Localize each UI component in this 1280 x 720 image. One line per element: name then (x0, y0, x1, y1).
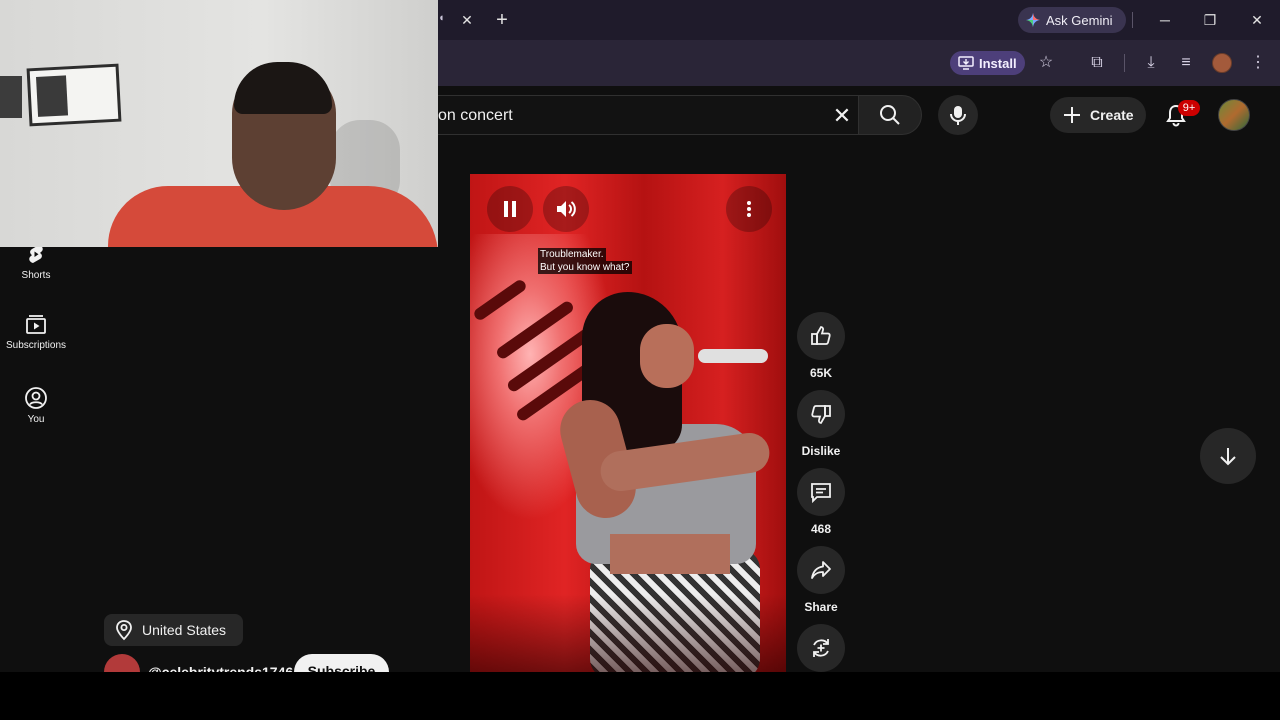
channel-row: @celebritytrends1746 Subscribe (104, 654, 404, 672)
performer-waist (610, 534, 730, 574)
voice-search-button[interactable] (938, 95, 978, 135)
webcam-overlay (0, 0, 438, 247)
comments-button[interactable] (797, 468, 845, 516)
arrow-down-icon (1220, 448, 1236, 466)
caption-line: But you know what? (538, 261, 632, 274)
account-avatar[interactable] (1218, 99, 1250, 131)
subscribe-button[interactable]: Subscribe (294, 654, 389, 672)
volume-icon (557, 201, 576, 217)
sidebar-item-subscriptions[interactable]: Subscriptions (0, 312, 72, 351)
remix-icon (813, 639, 829, 657)
next-video-button[interactable] (1200, 428, 1256, 484)
install-label: Install (979, 55, 1017, 71)
like-button[interactable] (797, 312, 845, 360)
dislike-action[interactable]: Dislike (797, 390, 845, 458)
gemini-icon (1026, 13, 1040, 27)
remix-button[interactable] (797, 624, 845, 672)
performer-face (640, 324, 694, 388)
location-chip[interactable]: United States (104, 614, 243, 646)
restore-button[interactable]: ❐ (1200, 10, 1220, 30)
you-icon (25, 387, 47, 409)
microphone-icon (950, 106, 966, 125)
wall-certificate-frame (26, 63, 122, 127)
location-label: United States (142, 622, 227, 638)
video-caption: Troublemaker. But you know what? (538, 248, 632, 274)
search-query: on concert (438, 107, 513, 124)
sidebar-item-label: You (27, 414, 45, 425)
ask-gemini-button[interactable]: Ask Gemini (1018, 7, 1126, 33)
channel-avatar[interactable] (104, 654, 140, 672)
video-more-button[interactable] (726, 186, 772, 232)
wall-frame-left (0, 76, 22, 118)
sidebar-item-you[interactable]: You (0, 386, 72, 425)
thumbs-up-icon (811, 326, 831, 345)
comment-icon (811, 483, 831, 504)
ask-gemini-label: Ask Gemini (1046, 12, 1113, 28)
clear-search-button[interactable]: ✕ (830, 104, 854, 128)
notification-count-badge: 9+ (1178, 100, 1200, 116)
comments-action[interactable]: 468 (797, 468, 845, 536)
sidebar-item-label: Subscriptions (5, 340, 67, 351)
pause-button[interactable] (487, 186, 533, 232)
black-bottom-bar (0, 672, 1280, 720)
video-bottom-shade (470, 594, 786, 672)
lens-search-icon[interactable]: ⧉ (1087, 53, 1107, 73)
channel-handle[interactable]: @celebritytrends1746 (148, 664, 293, 672)
thumbs-down-icon (811, 405, 831, 424)
toolbar-divider (1124, 54, 1125, 72)
search-button[interactable] (858, 95, 922, 135)
plus-icon (1064, 107, 1080, 123)
install-app-button[interactable]: Install (950, 51, 1025, 75)
more-vertical-icon (747, 201, 751, 217)
share-button[interactable] (797, 546, 845, 594)
volume-button[interactable] (543, 186, 589, 232)
new-tab-button[interactable]: + (492, 9, 512, 31)
close-window-button[interactable]: ✕ (1247, 10, 1267, 30)
browser-menu-icon[interactable]: ⋮ (1248, 53, 1268, 73)
share-action[interactable]: Share (797, 546, 845, 614)
subscriptions-icon (26, 315, 46, 334)
create-button[interactable]: Create (1050, 97, 1146, 133)
tab-audio-icon[interactable]: ◖ (438, 12, 450, 28)
dislike-label: Dislike (801, 444, 841, 458)
profile-avatar[interactable] (1212, 53, 1232, 73)
location-pin-icon (116, 620, 132, 641)
tab-close-button[interactable]: ✕ (458, 11, 476, 29)
bookmark-star-icon[interactable]: ☆ (1036, 53, 1056, 73)
downloads-icon[interactable]: ⤓ (1141, 53, 1161, 73)
short-video-player[interactable]: Troublemaker. But you know what? (470, 174, 786, 672)
like-count: 65K (809, 366, 832, 380)
microphone (698, 349, 768, 363)
share-label: Share (804, 600, 838, 614)
caption-line: Troublemaker. (538, 248, 606, 261)
search-input[interactable]: on concert (438, 95, 858, 135)
remix-action[interactable] (797, 624, 845, 672)
install-icon (958, 56, 974, 70)
sidebar-item-label: Shorts (21, 270, 51, 281)
like-action[interactable]: 65K (797, 312, 845, 380)
search-icon (880, 105, 900, 125)
create-label: Create (1090, 107, 1134, 123)
share-icon (811, 561, 831, 579)
comment-count: 468 (810, 522, 832, 536)
dislike-button[interactable] (797, 390, 845, 438)
screen: ◖ ✕ + Ask Gemini ─ ❐ ✕ Install ☆ ⧉ ⤓ ≡ ⋮… (0, 0, 1280, 672)
tab-divider (1132, 12, 1133, 28)
minimize-button[interactable]: ─ (1155, 10, 1175, 30)
sidebar-item-shorts[interactable]: Shorts (0, 242, 72, 281)
media-controls-icon[interactable]: ≡ (1176, 53, 1196, 73)
pause-icon (504, 201, 516, 217)
